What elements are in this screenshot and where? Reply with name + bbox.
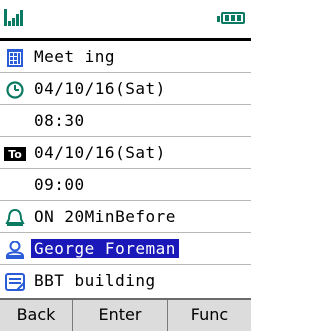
contact-text: George Foreman <box>31 239 179 258</box>
calendar-grid-icon <box>7 49 23 67</box>
schedule-detail-screen: Meet ing 04/10/16(Sat) 08:30 To 04/10/16… <box>0 0 251 331</box>
enter-softkey-label: Enter <box>98 305 142 324</box>
battery-full-icon <box>217 12 245 24</box>
func-softkey[interactable]: Func <box>167 300 251 331</box>
back-softkey-label: Back <box>16 305 56 324</box>
svg-text:To: To <box>8 148 22 161</box>
start-date-text: 04/10/16(Sat) <box>34 79 166 98</box>
title-text: Meet ing <box>34 47 116 66</box>
status-bar <box>0 0 251 38</box>
person-icon <box>5 241 25 259</box>
end-time-text: 09:00 <box>34 175 85 194</box>
start-date-row[interactable]: 04/10/16(Sat) <box>0 73 251 105</box>
end-date-text: 04/10/16(Sat) <box>34 143 166 162</box>
back-softkey[interactable]: Back <box>0 300 72 331</box>
end-date-row[interactable]: To 04/10/16(Sat) <box>0 137 251 169</box>
start-time-text: 08:30 <box>34 111 85 130</box>
alarm-row[interactable]: ON 20MinBefore <box>0 201 251 233</box>
location-row[interactable]: BBT building <box>0 265 251 297</box>
enter-softkey[interactable]: Enter <box>72 300 167 331</box>
contact-row[interactable]: George Foreman <box>0 233 251 265</box>
signal-bars-icon <box>4 9 23 26</box>
location-text: BBT building <box>34 271 156 290</box>
to-icon: To <box>4 147 26 161</box>
end-time-row[interactable]: 09:00 <box>0 169 251 201</box>
softkey-bar: Back Enter Func <box>0 298 251 331</box>
clock-icon <box>6 81 24 99</box>
alarm-text: ON 20MinBefore <box>34 207 176 226</box>
alarm-bell-icon <box>5 209 25 226</box>
func-softkey-label: Func <box>190 305 229 324</box>
memo-icon <box>5 273 25 291</box>
start-time-row[interactable]: 08:30 <box>0 105 251 137</box>
title-row[interactable]: Meet ing <box>0 41 251 73</box>
